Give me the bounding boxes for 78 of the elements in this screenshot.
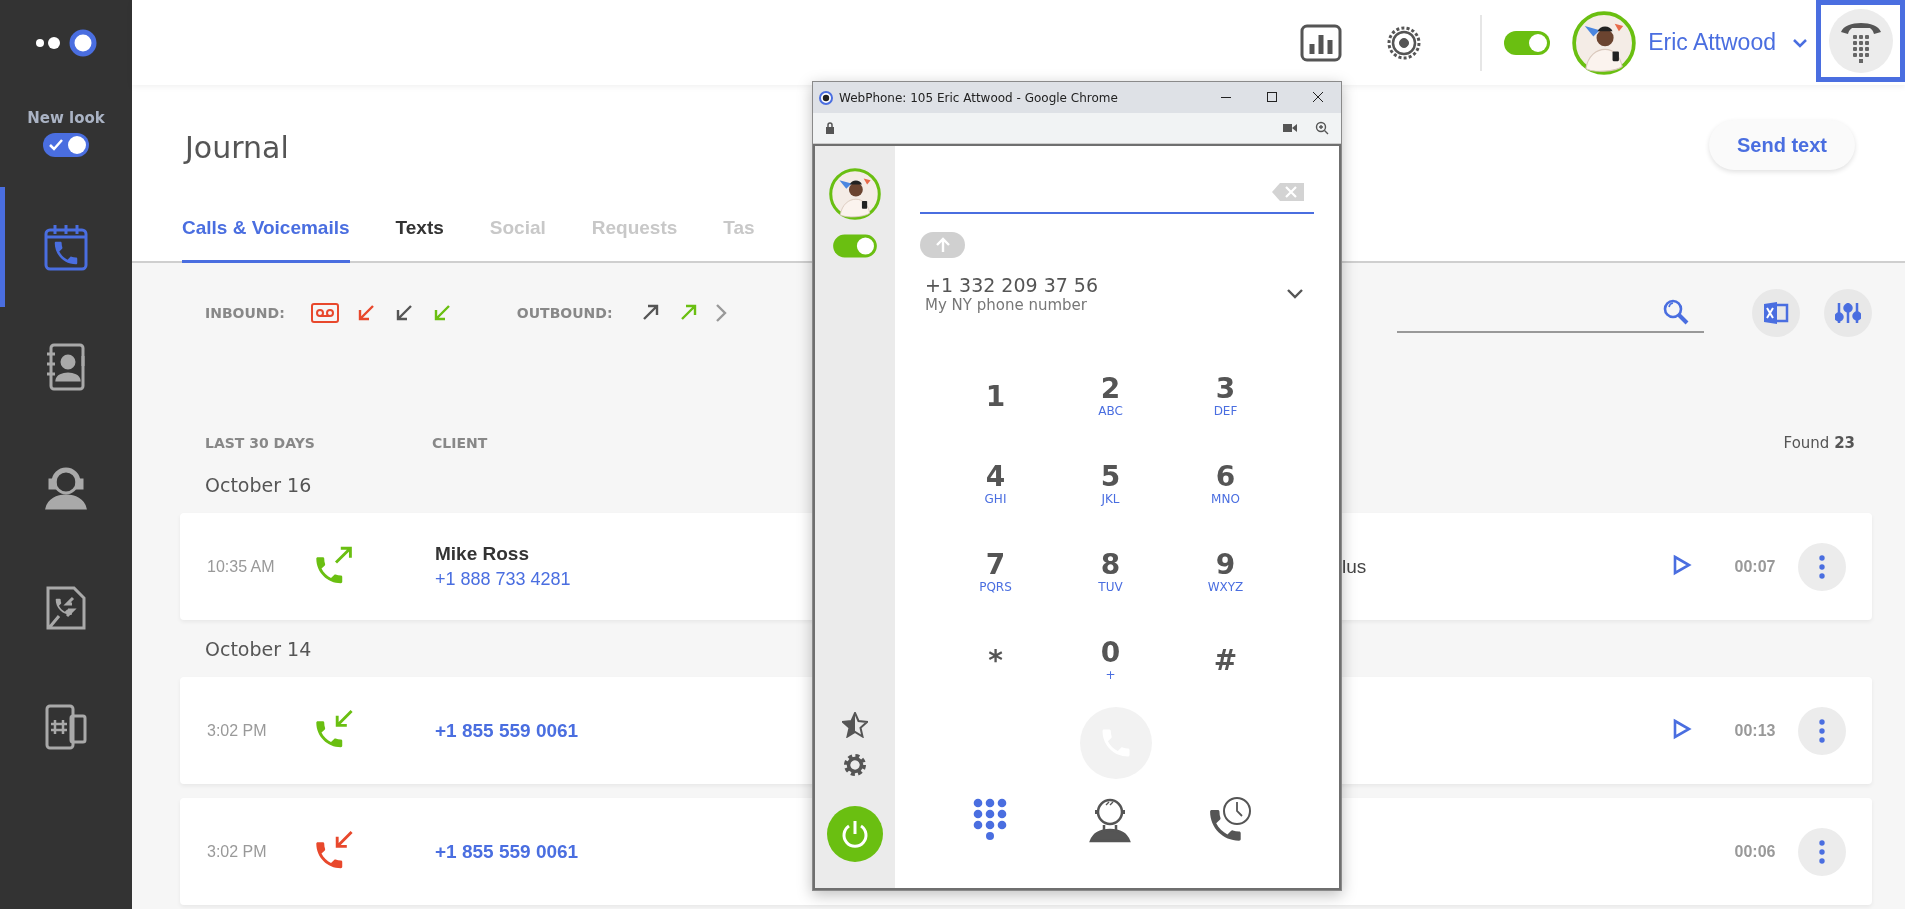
window-title: WebPhone: 105 Eric Attwood - Google Chrome: [839, 90, 1118, 105]
dial-key[interactable]: 0 +: [1053, 617, 1168, 705]
user-avatar[interactable]: [829, 168, 881, 220]
call-detail: lus: [1342, 555, 1367, 577]
more-icon: [1819, 554, 1825, 579]
dialpad-icon[interactable]: [973, 798, 1007, 840]
play-icon[interactable]: [1672, 553, 1692, 576]
dial-key[interactable]: 9 WXYZ: [1168, 529, 1283, 617]
favorites-icon[interactable]: [842, 712, 868, 738]
statistics-icon[interactable]: [1300, 23, 1343, 62]
sliders-icon: [1835, 301, 1861, 325]
more-button[interactable]: [1798, 542, 1846, 591]
outbound-label: OUTBOUND:: [516, 305, 613, 321]
more-button[interactable]: [1798, 827, 1846, 876]
dial-key[interactable]: 3 DEF: [1168, 353, 1283, 441]
browser-icon: [819, 90, 833, 105]
dial-key[interactable]: 4 GHI: [938, 441, 1053, 529]
user-avatar[interactable]: [1572, 10, 1637, 75]
send-text-button[interactable]: Send text: [1708, 120, 1855, 170]
settings-icon[interactable]: [842, 752, 868, 778]
tab[interactable]: Texts: [395, 216, 444, 263]
filter-settings-button[interactable]: [1824, 289, 1872, 337]
column-header: CLIENT: [432, 435, 488, 451]
call-duration: 00:13: [1733, 721, 1777, 740]
new-look-toggle[interactable]: [43, 133, 89, 157]
dial-key[interactable]: 6 MNO: [1168, 441, 1283, 529]
camera-icon[interactable]: [1283, 123, 1297, 133]
call-time: 10:35 AM: [207, 557, 276, 576]
call-history-icon[interactable]: [1207, 795, 1253, 843]
excel-icon: [1763, 301, 1789, 325]
voicemail-icon[interactable]: [310, 303, 339, 323]
phone-number-link[interactable]: +1 855 559 0061: [435, 719, 579, 741]
new-look-label: New look: [27, 109, 105, 127]
more-button[interactable]: [1798, 706, 1846, 755]
webphone-button[interactable]: [1816, 0, 1905, 82]
results-count: Found 23: [1783, 434, 1855, 452]
dial-key[interactable]: 1: [938, 353, 1053, 441]
app-logo[interactable]: [34, 27, 98, 58]
power-button[interactable]: [827, 806, 883, 862]
caller-id-label: My NY phone number: [925, 296, 1088, 314]
more-icon: [1819, 839, 1825, 864]
column-header: LAST 30 DAYS: [205, 435, 316, 451]
phone-number-link[interactable]: +1 855 559 0061: [435, 840, 579, 862]
call-time: 3:02 PM: [207, 842, 268, 861]
dial-key[interactable]: #: [1168, 617, 1283, 705]
date-heading: October 14: [205, 637, 312, 662]
dial-key[interactable]: 8 TUV: [1053, 529, 1168, 617]
status-toggle[interactable]: [833, 234, 877, 258]
dialer-phone-icon: [1827, 8, 1894, 74]
dial-key[interactable]: *: [938, 617, 1053, 705]
phone-number-link[interactable]: +1 888 733 4281: [435, 569, 571, 589]
dial-key[interactable]: 7 PQRS: [938, 529, 1053, 617]
tab[interactable]: Calls & Voicemails: [182, 216, 350, 263]
page-title: Journal: [185, 129, 289, 165]
lock-icon: [825, 122, 835, 134]
caller-id-number[interactable]: +1 332 209 37 56: [925, 274, 1286, 296]
call-duration: 00:06: [1733, 842, 1777, 861]
phone-number-icon: [43, 702, 89, 752]
more-icon: [1819, 718, 1825, 743]
zoom-icon[interactable]: [1315, 121, 1329, 135]
call-time: 3:02 PM: [207, 721, 268, 740]
chevron-down-icon[interactable]: [1286, 288, 1304, 300]
inbound-label: INBOUND:: [205, 305, 285, 321]
excel-export-button[interactable]: [1752, 289, 1800, 337]
calendar-phone-icon: [43, 222, 89, 272]
dial-key[interactable]: 5 JKL: [1053, 441, 1168, 529]
check-icon: [48, 138, 64, 152]
date-heading: October 16: [205, 473, 312, 498]
search-icon[interactable]: [1662, 298, 1690, 326]
chevron-down-icon[interactable]: [1792, 37, 1808, 48]
dial-key[interactable]: 2 ABC: [1053, 353, 1168, 441]
arrow-up-icon: [934, 237, 951, 253]
play-icon[interactable]: [1672, 717, 1692, 740]
status-toggle[interactable]: [1504, 30, 1551, 55]
user-name[interactable]: Eric Attwood: [1648, 29, 1776, 56]
client-name: Mike Ross: [435, 543, 529, 565]
call-duration: 00:07: [1733, 557, 1777, 576]
chevron-right-icon[interactable]: [714, 303, 727, 323]
